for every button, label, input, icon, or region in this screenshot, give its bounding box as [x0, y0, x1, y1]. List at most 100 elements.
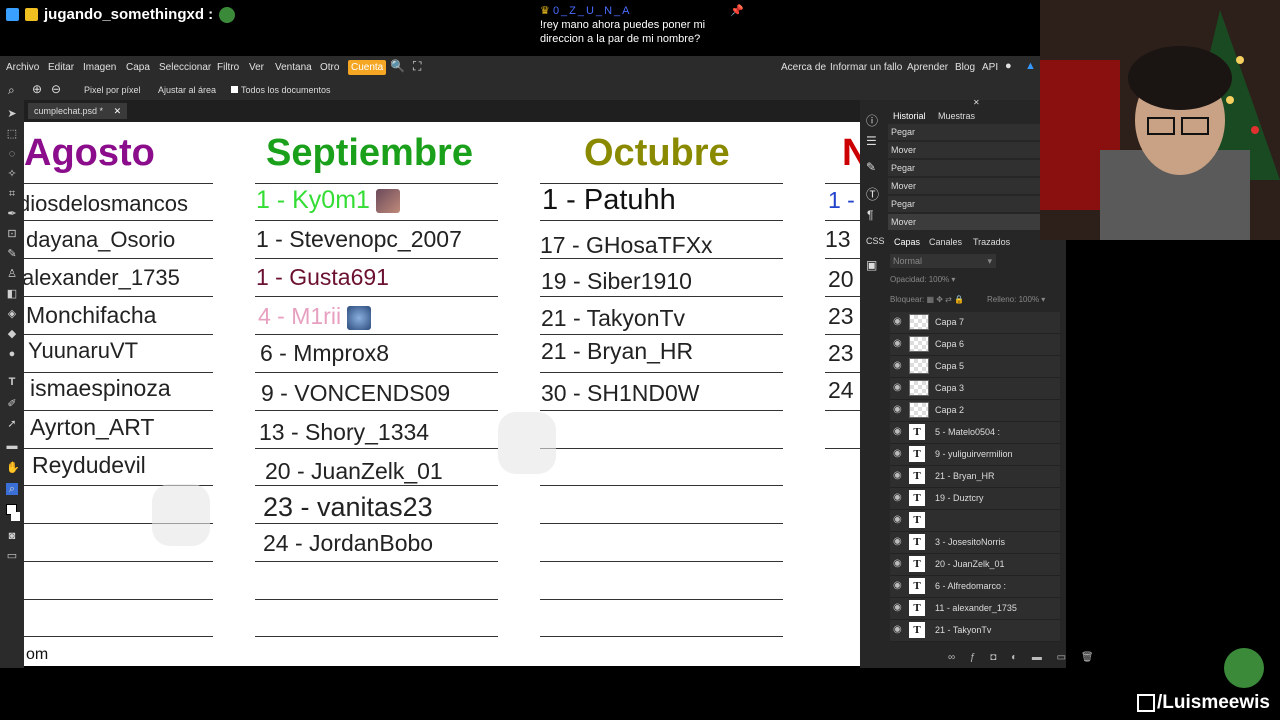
eye-icon[interactable]: ◉ — [893, 514, 902, 525]
menu-imagen[interactable]: Imagen — [83, 62, 116, 73]
menu-acerca[interactable]: Acerca de — [781, 62, 826, 73]
collapse-icon[interactable]: ✕ — [973, 98, 980, 107]
twitter-icon[interactable]: ▲ — [1025, 60, 1036, 72]
layer-actions[interactable]: ∞ ƒ ◘ ◐ ▬ ▭ 🗑 — [948, 652, 1100, 663]
blur-tool-icon[interactable]: ◆ — [6, 328, 18, 340]
healing-tool-icon[interactable]: ⊡ — [6, 228, 18, 240]
zoom-in-icon[interactable]: ⊕ — [32, 82, 42, 96]
menu-seleccionar[interactable]: Seleccionar — [159, 62, 211, 73]
fit-button[interactable]: Ajustar al área — [158, 85, 216, 95]
pen-tool-icon[interactable]: ✐ — [6, 398, 18, 410]
bucket-tool-icon[interactable]: ◈ — [6, 308, 18, 320]
path-select-icon[interactable]: ➚ — [6, 418, 18, 430]
opacity-control[interactable]: Opacidad: 100% ▾ — [890, 275, 955, 284]
menu-blog[interactable]: Blog — [955, 62, 975, 73]
blend-mode-select[interactable]: Normal ▾ — [890, 254, 996, 268]
eye-icon[interactable]: ◉ — [893, 536, 902, 547]
menu-cuenta[interactable]: Cuenta — [348, 60, 387, 75]
tab-trazados[interactable]: Trazados — [973, 237, 1010, 247]
document-tab[interactable]: cumplechat.psd * ✕ — [28, 103, 128, 119]
menu-informar[interactable]: Informar un fallo — [830, 62, 902, 73]
eye-icon[interactable]: ◉ — [893, 492, 902, 503]
layer-row[interactable]: ◉ Capa 5 — [890, 356, 1060, 378]
lock-controls[interactable]: Bloquear: ▦ ✥ ⇄ 🔒 — [890, 295, 964, 304]
menu-filtro[interactable]: Filtro — [217, 62, 239, 73]
shape-tool-icon[interactable]: ▬ — [6, 440, 18, 452]
eye-icon[interactable]: ◉ — [893, 448, 902, 459]
menu-ver[interactable]: Ver — [249, 62, 264, 73]
lasso-tool-icon[interactable]: ◌ — [6, 148, 18, 160]
eye-icon[interactable]: ◉ — [893, 602, 902, 613]
layer-row[interactable]: ◉ Capa 3 — [890, 378, 1060, 400]
menu-otro[interactable]: Otro — [320, 62, 339, 73]
layer-row[interactable]: ◉ T 21 - TakyonTv — [890, 620, 1060, 642]
eye-icon[interactable]: ◉ — [893, 382, 902, 393]
eye-icon[interactable]: ◉ — [893, 580, 902, 591]
move-tool-icon[interactable]: ➤ — [6, 108, 18, 120]
pixel-button[interactable]: Pixel por píxel — [84, 85, 141, 95]
background-color-icon[interactable] — [11, 512, 20, 521]
tab-capas[interactable]: Capas — [894, 237, 920, 247]
paragraph-icon[interactable]: ¶ — [867, 208, 873, 222]
brush-tool-icon[interactable]: ✎ — [6, 248, 18, 260]
eye-icon[interactable]: ◉ — [893, 470, 902, 481]
layer-row[interactable]: ◉ Capa 6 — [890, 334, 1060, 356]
history-item[interactable]: Mover — [888, 142, 1040, 159]
history-item[interactable]: Pegar — [888, 160, 1040, 177]
layer-row[interactable]: ◉ T 3 - JosesitoNorris — [890, 532, 1060, 554]
brush-panel-icon[interactable]: ✎ — [866, 160, 876, 174]
history-item[interactable]: Pegar — [888, 124, 1040, 141]
all-docs-checkbox[interactable] — [231, 86, 238, 93]
eye-icon[interactable]: ◉ — [893, 338, 902, 349]
layer-row[interactable]: ◉ Capa 7 — [890, 312, 1060, 334]
fullscreen-icon[interactable]: ⛶ — [413, 59, 421, 74]
layer-row[interactable]: ◉ Capa 2 — [890, 400, 1060, 422]
fill-control[interactable]: Relleno: 100% ▾ — [987, 295, 1045, 304]
layer-row[interactable]: ◉ T 9 - yuliguirvermilion — [890, 444, 1060, 466]
hand-tool-icon[interactable]: ✋ — [6, 462, 20, 474]
zoom-tool-icon[interactable]: ⌕ — [8, 83, 15, 98]
eye-icon[interactable]: ◉ — [893, 316, 902, 327]
screen-mode-icon[interactable]: ▭ — [6, 550, 18, 562]
menu-ventana[interactable]: Ventana — [275, 62, 312, 73]
close-tab-icon[interactable]: ✕ — [114, 106, 122, 116]
character-icon[interactable]: Ⓣ — [866, 184, 879, 203]
tab-canales[interactable]: Canales — [929, 237, 962, 247]
eye-icon[interactable]: ◉ — [893, 360, 902, 371]
layer-row[interactable]: ◉ T 20 - JuanZelk_01 — [890, 554, 1060, 576]
eraser-tool-icon[interactable]: ◧ — [6, 288, 18, 300]
info-icon[interactable]: ⓘ — [866, 112, 878, 129]
tab-historial[interactable]: Historial — [893, 111, 926, 121]
layer-row[interactable]: ◉ T 19 - Duztcry — [890, 488, 1060, 510]
eye-icon[interactable]: ◉ — [893, 426, 902, 437]
eye-icon[interactable]: ◉ — [893, 558, 902, 569]
zoom-out-icon[interactable]: ⊖ — [51, 82, 61, 96]
layer-row[interactable]: ◉ T 11 - alexander_1735 — [890, 598, 1060, 620]
search-icon[interactable]: 🔍 — [390, 59, 405, 73]
menu-aprender[interactable]: Aprender — [907, 62, 948, 73]
history-item-selected[interactable]: Mover — [888, 214, 1040, 231]
stamp-tool-icon[interactable]: ♙ — [6, 268, 18, 280]
menu-capa[interactable]: Capa — [126, 62, 150, 73]
menu-editar[interactable]: Editar — [48, 62, 74, 73]
canvas[interactable]: Agosto Septiembre Octubre N diosdelosman… — [24, 122, 860, 666]
eyedropper-icon[interactable]: ✒ — [6, 208, 18, 220]
eye-icon[interactable]: ◉ — [893, 624, 902, 635]
eye-icon[interactable]: ◉ — [893, 404, 902, 415]
type-tool-icon[interactable]: T — [6, 376, 18, 388]
layer-row[interactable]: ◉ T 6 - Alfredomarco : — [890, 576, 1060, 598]
dodge-tool-icon[interactable]: ● — [6, 348, 18, 360]
history-item[interactable]: Mover — [888, 178, 1040, 195]
menu-api[interactable]: API — [982, 62, 998, 73]
css-icon[interactable]: CSS — [866, 236, 885, 246]
tab-muestras[interactable]: Muestras — [938, 111, 975, 121]
history-item[interactable]: Pegar — [888, 196, 1040, 213]
layer-row[interactable]: ◉ T 21 - Bryan_HR — [890, 466, 1060, 488]
crop-tool-icon[interactable]: ⌗ — [6, 188, 18, 200]
quick-mask-icon[interactable]: ◙ — [6, 530, 18, 542]
image-icon[interactable]: ▣ — [866, 258, 877, 272]
reddit-icon[interactable]: ● — [1005, 60, 1012, 72]
layer-row[interactable]: ◉ T 5 - Matelo0504 : — [890, 422, 1060, 444]
magic-wand-icon[interactable]: ✧ — [6, 168, 18, 180]
layer-row[interactable]: ◉ T — [890, 510, 1060, 532]
